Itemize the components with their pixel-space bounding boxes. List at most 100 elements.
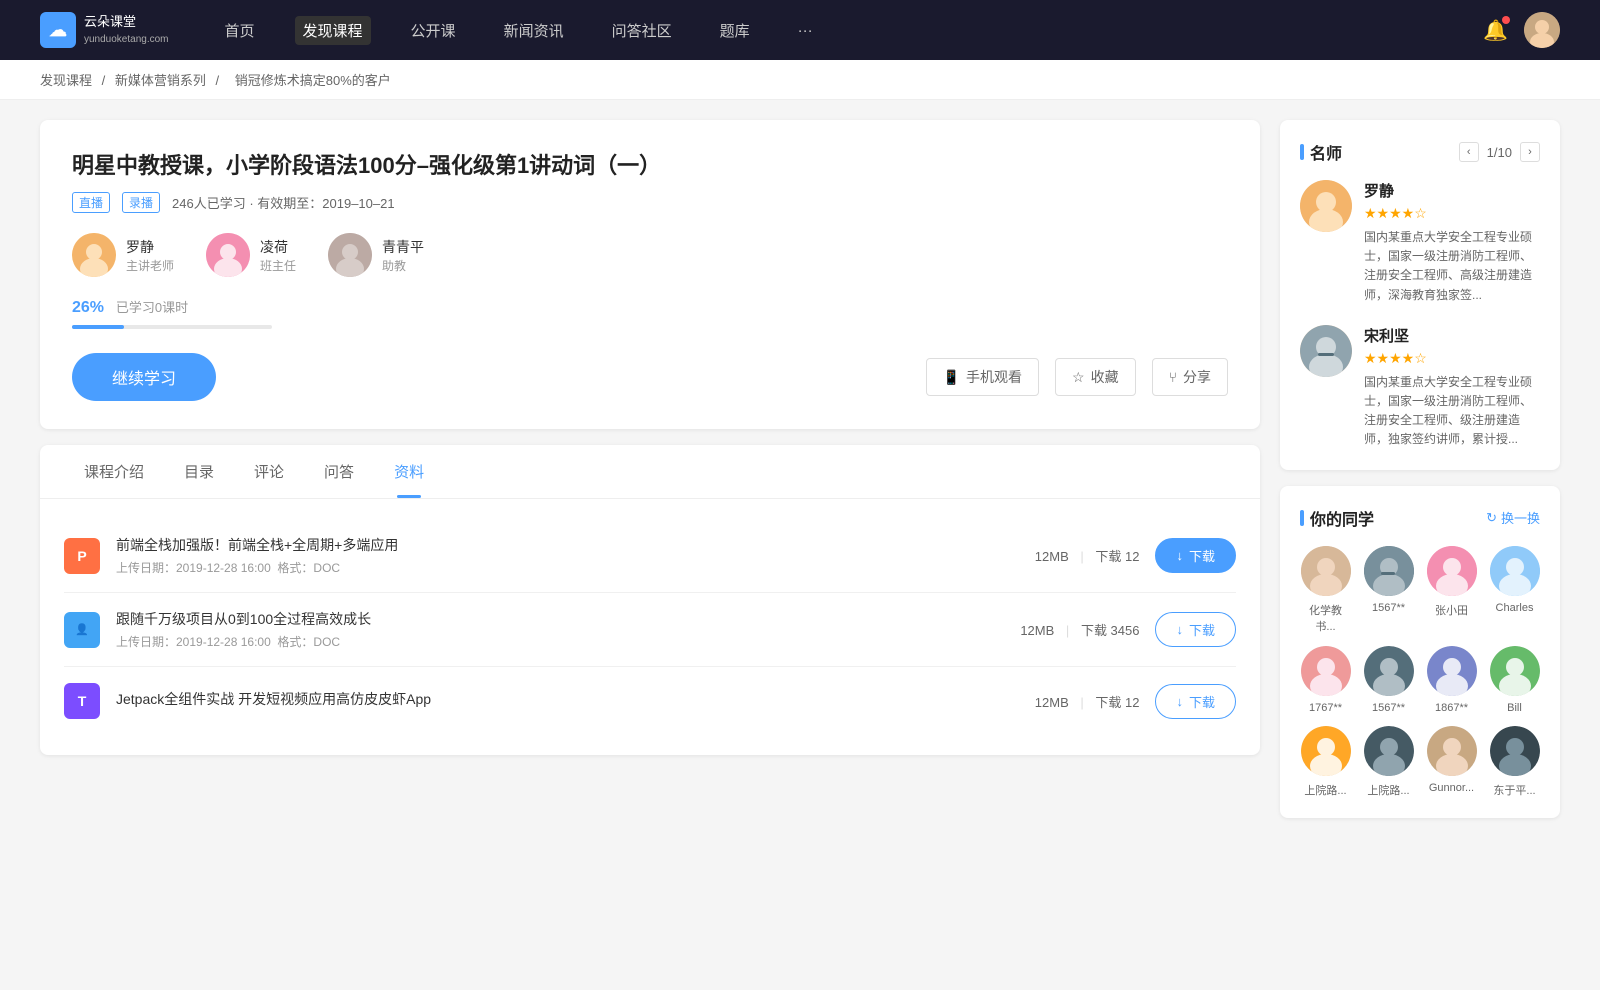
nav-more[interactable]: ··· bbox=[790, 18, 821, 43]
teacher-info-2: 青青平 助教 bbox=[382, 237, 424, 274]
badge-record: 录播 bbox=[122, 192, 160, 213]
tabs-card: 课程介绍 目录 评论 问答 资料 P 前端全栈加强版！前端全栈+全周期+多端应用… bbox=[40, 445, 1260, 755]
tab-comments[interactable]: 评论 bbox=[234, 445, 304, 498]
collect-button[interactable]: ☆ 收藏 bbox=[1055, 358, 1136, 396]
page-next-btn[interactable]: › bbox=[1520, 142, 1540, 162]
nav-icons: 🔔 bbox=[1483, 12, 1560, 48]
share-button[interactable]: ⑂ 分享 bbox=[1152, 358, 1228, 396]
teachers-card-title: 名师 bbox=[1300, 140, 1342, 164]
download-button-2[interactable]: ↓ 下载 bbox=[1155, 684, 1236, 719]
download-button-0[interactable]: ↓ 下载 bbox=[1155, 538, 1236, 573]
refresh-button[interactable]: ↻ 换一换 bbox=[1486, 508, 1540, 527]
classmate-4: 1767** bbox=[1300, 646, 1351, 714]
logo-icon: ☁ bbox=[40, 12, 76, 48]
course-meta-text: 246人已学习 · 有效期至：2019–10–21 bbox=[172, 193, 395, 212]
teacher-avatar-2 bbox=[328, 233, 372, 277]
classmate-0: 化学教书... bbox=[1300, 546, 1351, 634]
tab-resources[interactable]: 资料 bbox=[374, 445, 444, 498]
sidebar-teacher-name-1: 宋利坚 bbox=[1364, 325, 1540, 346]
sidebar-teacher-stars-1: ★★★★☆ bbox=[1364, 350, 1540, 367]
left-panel: 明星中教授课，小学阶段语法100分–强化级第1讲动词（一） 直播 录播 246人… bbox=[40, 120, 1260, 818]
classmate-avatar-9 bbox=[1364, 726, 1414, 776]
sidebar-teacher-1: 宋利坚 ★★★★☆ 国内某重点大学安全工程专业硕士，国家一级注册消防工程师、注册… bbox=[1300, 325, 1540, 450]
tab-qa[interactable]: 问答 bbox=[304, 445, 374, 498]
teacher-0: 罗静 主讲老师 bbox=[72, 233, 174, 277]
classmate-name-1: 1567** bbox=[1372, 602, 1405, 614]
file-item-0: P 前端全栈加强版！前端全栈+全周期+多端应用 上传日期：2019-12-28 … bbox=[64, 519, 1236, 593]
classmate-name-3: Charles bbox=[1496, 602, 1534, 614]
breadcrumb-discover[interactable]: 发现课程 bbox=[40, 73, 92, 88]
classmate-8: 上院路... bbox=[1300, 726, 1351, 798]
classmates-card: 你的同学 ↻ 换一换 化学教书... 15 bbox=[1280, 486, 1560, 818]
sidebar-teacher-name-0: 罗静 bbox=[1364, 180, 1540, 201]
tab-intro[interactable]: 课程介绍 bbox=[64, 445, 164, 498]
logo[interactable]: ☁ 云朵课堂yunduoketang.com bbox=[40, 12, 169, 48]
classmate-name-4: 1767** bbox=[1309, 702, 1342, 714]
classmate-avatar-10 bbox=[1427, 726, 1477, 776]
progress-percent: 26% bbox=[72, 299, 104, 316]
page-prev-btn[interactable]: ‹ bbox=[1459, 142, 1479, 162]
bell-icon[interactable]: 🔔 bbox=[1483, 18, 1508, 43]
progress-section: 26% 已学习0课时 bbox=[72, 297, 1228, 329]
teachers-card: 名师 ‹ 1/10 › 罗静 ★★★★☆ 国内某重点大学安全工程专业硕士，国 bbox=[1280, 120, 1560, 470]
bell-dot bbox=[1502, 16, 1510, 24]
logo-text: 云朵课堂yunduoketang.com bbox=[84, 14, 169, 46]
badge-live: 直播 bbox=[72, 192, 110, 213]
sidebar-teacher-avatar-0 bbox=[1300, 180, 1352, 232]
navbar: ☁ 云朵课堂yunduoketang.com 首页 发现课程 公开课 新闻资讯 … bbox=[0, 0, 1600, 60]
nav-discover[interactable]: 发现课程 bbox=[295, 16, 371, 45]
classmate-avatar-2 bbox=[1427, 546, 1477, 596]
user-avatar-nav[interactable] bbox=[1524, 12, 1560, 48]
classmate-2: 张小田 bbox=[1426, 546, 1477, 634]
nav-home[interactable]: 首页 bbox=[217, 16, 263, 45]
classmate-name-7: Bill bbox=[1507, 702, 1522, 714]
mobile-watch-button[interactable]: 📱 手机观看 bbox=[926, 358, 1039, 396]
classmate-avatar-8 bbox=[1301, 726, 1351, 776]
classmate-avatar-6 bbox=[1427, 646, 1477, 696]
download-button-1[interactable]: ↓ 下载 bbox=[1155, 612, 1236, 647]
classmate-10: Gunnor... bbox=[1426, 726, 1477, 798]
file-item-1: 👤 跟随千万级项目从0到100全过程高效成长 上传日期：2019-12-28 1… bbox=[64, 593, 1236, 667]
continue-button[interactable]: 继续学习 bbox=[72, 353, 216, 401]
sidebar-teacher-avatar-1 bbox=[1300, 325, 1352, 377]
page-info: 1/10 bbox=[1487, 145, 1512, 160]
tab-catalog[interactable]: 目录 bbox=[164, 445, 234, 498]
actions-row: 继续学习 📱 手机观看 ☆ 收藏 ⑂ 分享 bbox=[72, 353, 1228, 401]
teacher-role-0: 主讲老师 bbox=[126, 257, 174, 274]
teacher-name-0: 罗静 bbox=[126, 237, 174, 257]
classmates-title: 你的同学 bbox=[1300, 506, 1374, 530]
classmate-7: Bill bbox=[1489, 646, 1540, 714]
sidebar-teacher-desc-0: 国内某重点大学安全工程专业硕士，国家一级注册消防工程师、注册安全工程师、高级注册… bbox=[1364, 228, 1540, 305]
teacher-2: 青青平 助教 bbox=[328, 233, 424, 277]
nav-news[interactable]: 新闻资讯 bbox=[496, 16, 572, 45]
course-card: 明星中教授课，小学阶段语法100分–强化级第1讲动词（一） 直播 录播 246人… bbox=[40, 120, 1260, 429]
classmate-3: Charles bbox=[1489, 546, 1540, 634]
star-icon: ☆ bbox=[1072, 369, 1085, 386]
refresh-icon: ↻ bbox=[1486, 510, 1497, 526]
file-stats-1: 12MB | 下载 3456 bbox=[1020, 620, 1139, 639]
refresh-label: 换一换 bbox=[1501, 508, 1540, 527]
teacher-avatar-0 bbox=[72, 233, 116, 277]
share-icon: ⑂ bbox=[1169, 369, 1177, 385]
classmate-5: 1567** bbox=[1363, 646, 1414, 714]
course-title: 明星中教授课，小学阶段语法100分–强化级第1讲动词（一） bbox=[72, 148, 1228, 180]
progress-sub: 已学习0课时 bbox=[116, 300, 188, 315]
nav-quiz[interactable]: 题库 bbox=[712, 16, 758, 45]
file-icon-1: 👤 bbox=[64, 612, 100, 648]
file-icon-2: T bbox=[64, 683, 100, 719]
file-stats-0: 12MB | 下载 12 bbox=[1035, 546, 1140, 565]
sidebar-teacher-info-0: 罗静 ★★★★☆ 国内某重点大学安全工程专业硕士，国家一级注册消防工程师、注册安… bbox=[1364, 180, 1540, 305]
breadcrumb-series[interactable]: 新媒体营销系列 bbox=[115, 73, 206, 88]
nav-open[interactable]: 公开课 bbox=[403, 16, 464, 45]
nav-qa[interactable]: 问答社区 bbox=[604, 16, 680, 45]
tabs-content: P 前端全栈加强版！前端全栈+全周期+多端应用 上传日期：2019-12-28 … bbox=[40, 499, 1260, 755]
classmate-name-5: 1567** bbox=[1372, 702, 1405, 714]
classmate-11: 东于平... bbox=[1489, 726, 1540, 798]
file-info-1: 跟随千万级项目从0到100全过程高效成长 上传日期：2019-12-28 16:… bbox=[116, 609, 1004, 650]
file-item-2: T Jetpack全组件实战 开发短视频应用高仿皮皮虾App 12MB | 下载… bbox=[64, 667, 1236, 735]
tabs-header: 课程介绍 目录 评论 问答 资料 bbox=[40, 445, 1260, 499]
download-icon-1: ↓ bbox=[1176, 622, 1183, 637]
download-icon-0: ↓ bbox=[1176, 548, 1183, 563]
action-btns: 📱 手机观看 ☆ 收藏 ⑂ 分享 bbox=[926, 358, 1228, 396]
file-icon-0: P bbox=[64, 538, 100, 574]
